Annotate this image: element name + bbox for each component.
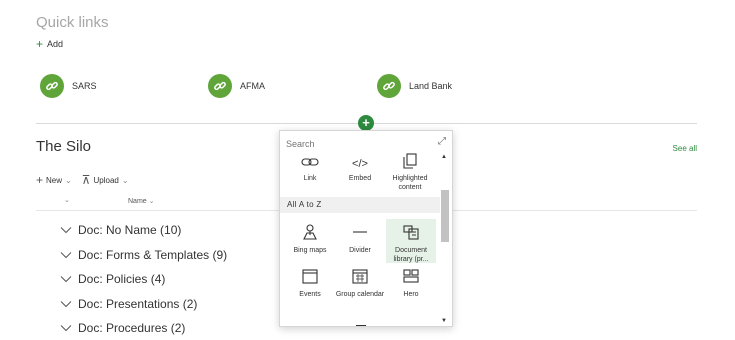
all-a-to-z-header: All A to Z: [280, 197, 440, 213]
map-pin-icon: [285, 221, 335, 241]
new-button[interactable]: + New ⌄: [36, 173, 72, 187]
tile-label: Events: [299, 291, 321, 298]
tile-label: Bing maps: [293, 247, 327, 254]
calendar-icon: [285, 265, 335, 285]
quick-link-label: AFMA: [240, 81, 266, 91]
select-all-chevron-icon[interactable]: ⌄: [64, 196, 70, 204]
webpart-document-library[interactable]: Document library (pr...: [386, 219, 436, 263]
webpart-group-calendar[interactable]: Group calendar: [335, 265, 385, 299]
picker-scrollbar[interactable]: ▲ ▼: [440, 153, 450, 325]
chevron-down-icon: [60, 251, 72, 259]
name-column-header[interactable]: Name ⌄: [128, 197, 155, 205]
chevron-down-icon: ⌄: [65, 175, 72, 185]
quick-link-label: SARS: [72, 81, 97, 91]
add-label: Add: [47, 39, 64, 49]
chevron-down-icon: [60, 324, 72, 332]
link-icon: [377, 74, 401, 98]
upload-button[interactable]: ⊼ Upload ⌄: [82, 173, 129, 187]
group-list: Doc: No Name (10) Doc: Forms & Templates…: [60, 218, 227, 340]
tile-label: Highlighted content: [392, 175, 428, 191]
group-header[interactable]: Doc: Presentations (2): [60, 292, 227, 317]
link-icon: [208, 74, 232, 98]
divider-icon: [335, 221, 385, 241]
chevron-down-icon: ⌄: [121, 175, 129, 185]
chevron-down-icon: [60, 275, 72, 283]
group-header[interactable]: Doc: No Name (10): [60, 218, 227, 243]
group-header[interactable]: Doc: Policies (4): [60, 267, 227, 292]
webpart-search-input[interactable]: [286, 137, 436, 151]
plus-icon: +: [36, 37, 44, 51]
webpart-link[interactable]: Link: [285, 151, 335, 183]
plus-icon: +: [36, 173, 44, 187]
new-label: New: [46, 175, 63, 185]
tile-label: Group calendar: [335, 291, 385, 298]
group-label: Doc: Forms & Templates (9): [78, 247, 228, 262]
scroll-down-icon[interactable]: ▼: [441, 318, 447, 324]
expand-icon[interactable]: ⤢: [438, 136, 446, 147]
quick-link-afma[interactable]: AFMA: [208, 74, 265, 98]
hero-icon: [386, 265, 436, 285]
webpart-tile-list[interactable]: Link </> Embed Highlighted content All A…: [280, 151, 440, 327]
link-icon: [40, 74, 64, 98]
scroll-up-icon[interactable]: ▲: [441, 154, 447, 160]
tile-label: Document library (pr...: [393, 247, 429, 263]
webpart-embed[interactable]: </> Embed: [335, 151, 385, 183]
code-icon: </>: [352, 158, 368, 170]
add-quick-link-button[interactable]: + Add: [36, 38, 63, 50]
highlighted-content-icon: [385, 151, 435, 169]
chevron-down-icon: [60, 226, 72, 234]
library-command-bar: + New ⌄ ⊼ Upload ⌄: [36, 173, 129, 187]
see-all-link[interactable]: See all: [673, 144, 697, 153]
tile-label: Embed: [348, 175, 372, 182]
link-icon: [285, 151, 335, 169]
webpart-events[interactable]: Events: [285, 265, 335, 299]
upload-icon: ⊼: [81, 173, 91, 187]
quick-link-land-bank[interactable]: Land Bank: [377, 74, 452, 98]
quick-link-label: Land Bank: [409, 81, 453, 91]
group-label: Doc: Policies (4): [78, 272, 166, 287]
webpart-bing-maps[interactable]: Bing maps: [285, 219, 335, 263]
group-header[interactable]: Doc: Forms & Templates (9): [60, 243, 227, 268]
chevron-down-icon: [60, 300, 72, 308]
tile-label: Link: [303, 175, 317, 182]
group-label: Doc: Procedures (2): [78, 321, 186, 336]
group-label: Doc: Presentations (2): [78, 296, 198, 311]
silo-title: The Silo: [36, 138, 92, 155]
group-header[interactable]: Doc: Procedures (2): [60, 316, 227, 340]
upload-label: Upload: [93, 175, 119, 185]
group-label: Doc: No Name (10): [78, 223, 182, 238]
scroll-thumb[interactable]: [441, 190, 449, 242]
tile-label: Divider: [349, 247, 371, 254]
add-webpart-button[interactable]: +: [358, 115, 374, 131]
webpart-hero[interactable]: Hero: [386, 265, 436, 299]
webpart-highlighted-content[interactable]: Highlighted content: [385, 151, 435, 192]
quick-links-title: Quick links: [36, 14, 109, 31]
tile-label: Hero: [403, 291, 419, 298]
document-library-icon: [386, 221, 436, 241]
quick-link-sars[interactable]: SARS: [40, 74, 97, 98]
webpart-picker-panel: ⤢ Link </> Embed Highlighted content All…: [279, 130, 453, 327]
group-calendar-icon: [335, 265, 385, 285]
next-row-hint: [356, 325, 366, 326]
webpart-divider[interactable]: Divider: [335, 219, 385, 263]
